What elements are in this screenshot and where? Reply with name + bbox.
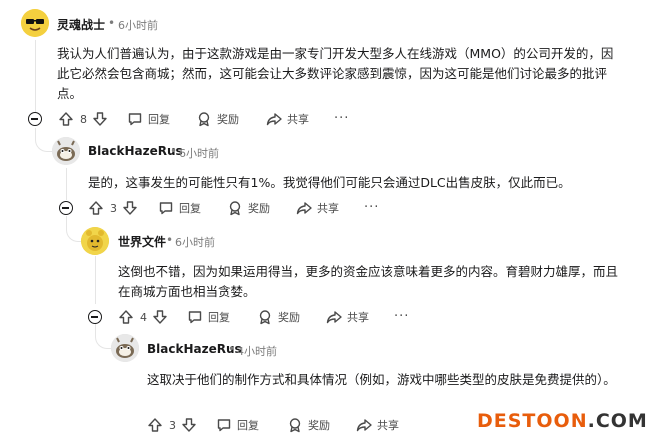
downvote-icon [93,112,107,126]
comment-timestamp: 6小时前 [118,19,158,32]
reply-icon [128,113,142,126]
more-options-button[interactable]: ··· [394,309,409,324]
vote-count: 3 [169,419,176,432]
watermark-brand: DESTOON [477,410,588,432]
upvote-icon [59,112,73,126]
reply-icon [159,202,173,215]
upvote-icon [89,201,103,215]
share-button[interactable]: 共享 [356,417,399,433]
award-button[interactable]: 奖励 [257,309,300,325]
share-label: 共享 [317,202,339,215]
reply-label: 回复 [148,113,170,126]
reply-button[interactable]: 回复 [187,309,230,325]
award-icon [289,418,301,433]
award-label: 奖励 [278,311,300,324]
separator-dot: • [170,144,178,158]
reply-label: 回复 [179,202,201,215]
collapse-thread-button[interactable] [88,310,102,324]
award-label: 奖励 [248,202,270,215]
avatar[interactable] [21,9,49,37]
snoo-avatar-icon [81,227,109,255]
upvote-icon [119,310,133,324]
share-button[interactable]: 共享 [296,200,339,216]
avatar[interactable] [52,137,80,165]
watermark: DESTOON.COM [477,410,648,432]
downvote-button[interactable] [122,200,138,216]
avatar[interactable] [111,334,139,362]
vote-count: 3 [110,202,117,215]
avatar[interactable] [81,227,109,255]
award-button[interactable]: 奖励 [227,200,270,216]
award-button[interactable]: 奖励 [287,417,330,433]
more-options-button[interactable]: ··· [334,111,349,126]
award-button[interactable]: 奖励 [196,111,239,127]
collapse-thread-button[interactable] [59,201,73,215]
thread-line-1 [35,40,36,112]
comment-body: 我认为人们普遍认为，由于这款游戏是由一家专门开发大型多人在线游戏（MMO）的公司… [57,46,614,101]
comment-timestamp: 6小时前 [179,147,219,160]
share-label: 共享 [377,419,399,432]
award-icon [259,310,271,325]
share-icon [326,311,342,324]
share-button[interactable]: 共享 [266,111,309,127]
sunglasses-avatar-icon [21,9,49,37]
snoo-avatar-icon [111,334,139,362]
separator-dot: • [228,342,236,356]
reply-button[interactable]: 回复 [158,200,201,216]
comment-timestamp: 4小时前 [237,345,277,358]
watermark-domain: .COM [587,410,648,432]
downvote-icon [123,201,137,215]
upvote-button[interactable] [118,309,134,325]
snoo-avatar-icon [52,137,80,165]
comment-body: 是的，这事发生的可能性只有1%。我觉得他们可能只会通过DLC出售皮肤，仅此而已。 [88,175,571,190]
share-label: 共享 [287,113,309,126]
reply-icon [188,311,202,324]
upvote-button[interactable] [58,111,74,127]
vote-count: 8 [80,113,87,126]
upvote-button[interactable] [88,200,104,216]
more-options-button[interactable]: ··· [364,200,379,215]
comment-body: 这取决于他们的制作方式和具体情况（例如，游戏中哪些类型的皮肤是免费提供的）。 [147,372,616,387]
downvote-button[interactable] [181,417,197,433]
comment-timestamp: 6小时前 [175,236,215,249]
award-label: 奖励 [308,419,330,432]
reply-button[interactable]: 回复 [216,417,259,433]
share-button[interactable]: 共享 [326,309,369,325]
award-icon [198,112,210,127]
thread-line-2 [66,168,67,200]
downvote-icon [182,418,196,432]
vote-count: 4 [140,311,147,324]
reply-label: 回复 [208,311,230,324]
separator-dot: • [108,16,116,30]
share-icon [296,202,312,215]
award-label: 奖励 [217,113,239,126]
reply-icon [217,419,231,432]
comment-username[interactable]: 灵魂战士 [57,16,105,33]
share-icon [266,113,282,126]
share-icon [356,419,372,432]
downvote-icon [153,310,167,324]
upvote-icon [148,418,162,432]
thread-line-3 [95,256,96,304]
comment-username[interactable]: 世界文件 [118,233,166,250]
upvote-button[interactable] [147,417,163,433]
share-label: 共享 [347,311,369,324]
reply-label: 回复 [237,419,259,432]
downvote-button[interactable] [92,111,108,127]
reply-button[interactable]: 回复 [127,111,170,127]
downvote-button[interactable] [152,309,168,325]
comment-username[interactable]: BlackHazeRus [88,144,183,158]
comment-body: 这倒也不错，因为如果运用得当，更多的资金应该意味着更多的内容。育碧财力雄厚，而且… [118,264,619,299]
collapse-thread-button[interactable] [28,112,42,126]
separator-dot: • [166,233,174,247]
award-icon [229,201,241,216]
